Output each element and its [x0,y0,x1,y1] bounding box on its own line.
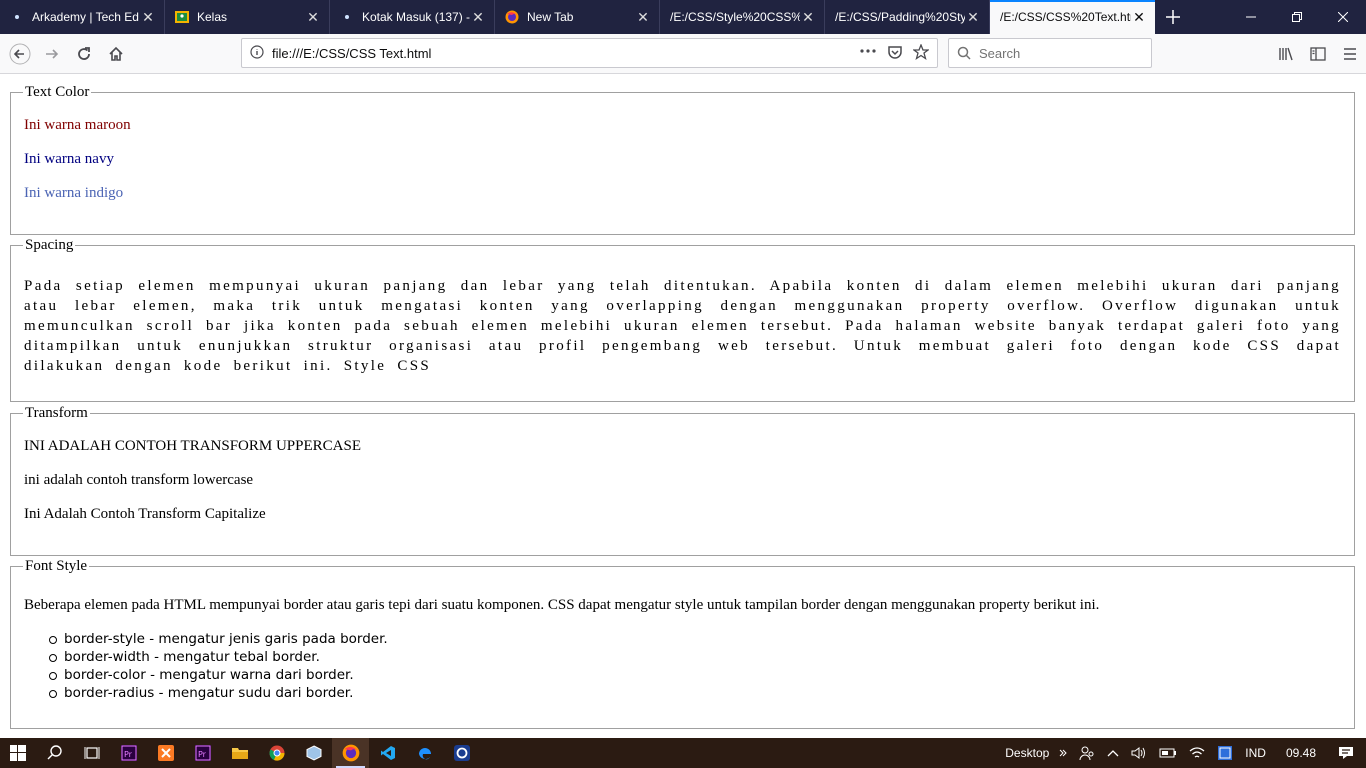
vscode-icon[interactable] [369,738,406,768]
list-item: border-width - mengatur tebal border. [46,648,1341,666]
tab-title: Arkademy | Tech Ed [32,10,139,24]
search-icon [949,46,979,60]
page-actions-icon[interactable] [859,44,877,63]
tab-title: Kelas [197,10,228,24]
chevron-up-icon[interactable] [1101,738,1125,768]
close-tab-icon[interactable]: ✕ [140,9,156,26]
close-tab-icon[interactable]: ✕ [800,9,816,26]
file-explorer-icon[interactable] [221,738,258,768]
desktop-label: Desktop [1005,746,1050,760]
restore-icon[interactable] [1274,0,1320,34]
chevron-right-icon [1059,746,1068,760]
tab-kotak-masuk[interactable]: Kotak Masuk (137) - ✕ [330,0,495,34]
close-tab-icon[interactable]: ✕ [470,9,486,26]
chrome-icon[interactable] [258,738,295,768]
app-icon[interactable] [443,738,480,768]
dot-icon [340,10,354,24]
tab-title: Kotak Masuk (137) - [362,10,470,24]
close-tab-icon[interactable]: ✕ [635,9,651,26]
pocket-icon[interactable] [887,44,903,63]
text-navy: Ini warna navy [24,151,114,167]
close-tab-icon[interactable]: ✕ [1131,9,1147,26]
home-icon[interactable] [100,38,132,70]
navigation-toolbar: file:///E:/CSS/CSS Text.html Search [0,34,1366,74]
notification-icon[interactable] [1330,738,1366,768]
firefox-icon [505,10,519,24]
text-maroon: Ini warna maroon [24,117,131,133]
tab-title: /E:/CSS/Padding%20Sty [835,10,965,24]
page-content: Text Color Ini warna maroon Ini warna na… [0,75,1366,738]
tab-title: /E:/CSS/CSS%20Text.htm [1000,10,1131,24]
clock[interactable]: 09.48 [1272,738,1330,768]
premiere-icon[interactable]: Pr [184,738,221,768]
tab-title: New Tab [527,10,574,24]
spacing-paragraph: Pada setiap elemen mempunyai ukuran panj… [24,278,1341,374]
xampp-icon[interactable] [147,738,184,768]
info-icon[interactable] [242,44,272,62]
close-tab-icon[interactable]: ✕ [305,9,321,26]
font-style-paragraph: Beberapa elemen pada HTML mempunyai bord… [24,597,1100,613]
sidebar-icon[interactable] [1302,38,1334,70]
search-input[interactable]: Search [948,38,1152,68]
bookmark-star-icon[interactable] [912,42,930,63]
tab-style-css[interactable]: /E:/CSS/Style%20CSS%2 ✕ [660,0,825,34]
windows-start-icon[interactable] [0,738,36,768]
tab-kelas[interactable]: Kelas ✕ [165,0,330,34]
keyboard-tray-icon[interactable] [1211,738,1239,768]
new-tab-button[interactable] [1155,0,1191,34]
fieldset-transform: Transform INI ADALAH CONTOH TRANSFORM UP… [10,405,1355,556]
text-indigo: Ini warna indigo [24,185,124,201]
tab-new-tab[interactable]: New Tab ✕ [495,0,660,34]
close-tab-icon[interactable]: ✕ [965,9,981,26]
classroom-icon [175,10,189,24]
fieldset-spacing: Spacing Pada setiap elemen mempunyai uku… [10,237,1355,402]
volume-icon[interactable] [1125,738,1153,768]
url-text[interactable]: file:///E:/CSS/CSS Text.html [272,46,859,61]
legend-transform: Transform [25,405,88,421]
dot-icon [10,10,24,24]
back-icon[interactable] [4,38,36,70]
list-item: border-radius - mengatur sudu dari borde… [46,684,1341,702]
text-uppercase: INI ADALAH CONTOH TRANSFORM UPPERCASE [24,438,361,454]
tab-css-text-active[interactable]: /E:/CSS/CSS%20Text.htm ✕ [990,0,1155,34]
people-icon[interactable] [1073,738,1101,768]
menu-icon[interactable] [1334,38,1366,70]
list-item: border-color - mengatur warna dari borde… [46,666,1341,684]
windows-taskbar: Pr Pr Desktop IND 09.48 [0,738,1366,768]
task-view-icon[interactable] [73,738,110,768]
battery-icon[interactable] [1153,738,1183,768]
svg-text:Pr: Pr [124,750,133,759]
reload-icon[interactable] [68,38,100,70]
close-window-icon[interactable] [1320,0,1366,34]
legend-spacing: Spacing [25,237,74,253]
tab-bar: Arkademy | Tech Ed ✕ Kelas ✕ Kotak Masuk… [0,0,1366,34]
desktop-toolbar[interactable]: Desktop [999,738,1073,768]
edge-icon[interactable] [406,738,443,768]
url-bar[interactable]: file:///E:/CSS/CSS Text.html [241,38,938,68]
fieldset-text-color: Text Color Ini warna maroon Ini warna na… [10,84,1355,235]
search-placeholder: Search [979,45,1021,61]
premiere-icon[interactable]: Pr [110,738,147,768]
legend-font-style: Font Style [25,558,88,574]
text-lowercase: ini adalah contoh transform lowercase [24,472,254,488]
legend-text-color: Text Color [25,84,90,100]
library-icon[interactable] [1270,38,1302,70]
tab-title: /E:/CSS/Style%20CSS%2 [670,10,800,24]
language-indicator[interactable]: IND [1239,738,1272,768]
border-properties-list: border-style - mengatur jenis garis pada… [46,630,1341,702]
minimize-icon[interactable] [1228,0,1274,34]
svg-text:Pr: Pr [198,750,207,759]
firefox-icon[interactable] [332,738,369,768]
fieldset-font-style: Font Style Beberapa elemen pada HTML mem… [10,558,1355,729]
tab-padding-style[interactable]: /E:/CSS/Padding%20Sty ✕ [825,0,990,34]
forward-icon[interactable] [36,38,68,70]
window-controls [1228,0,1366,34]
wifi-icon[interactable] [1183,738,1211,768]
list-item: border-style - mengatur jenis garis pada… [46,630,1341,648]
tab-arkademy[interactable]: Arkademy | Tech Ed ✕ [0,0,165,34]
text-capitalize: Ini Adalah Contoh Transform Capitalize [24,506,266,522]
search-icon[interactable] [36,738,73,768]
virtualbox-icon[interactable] [295,738,332,768]
